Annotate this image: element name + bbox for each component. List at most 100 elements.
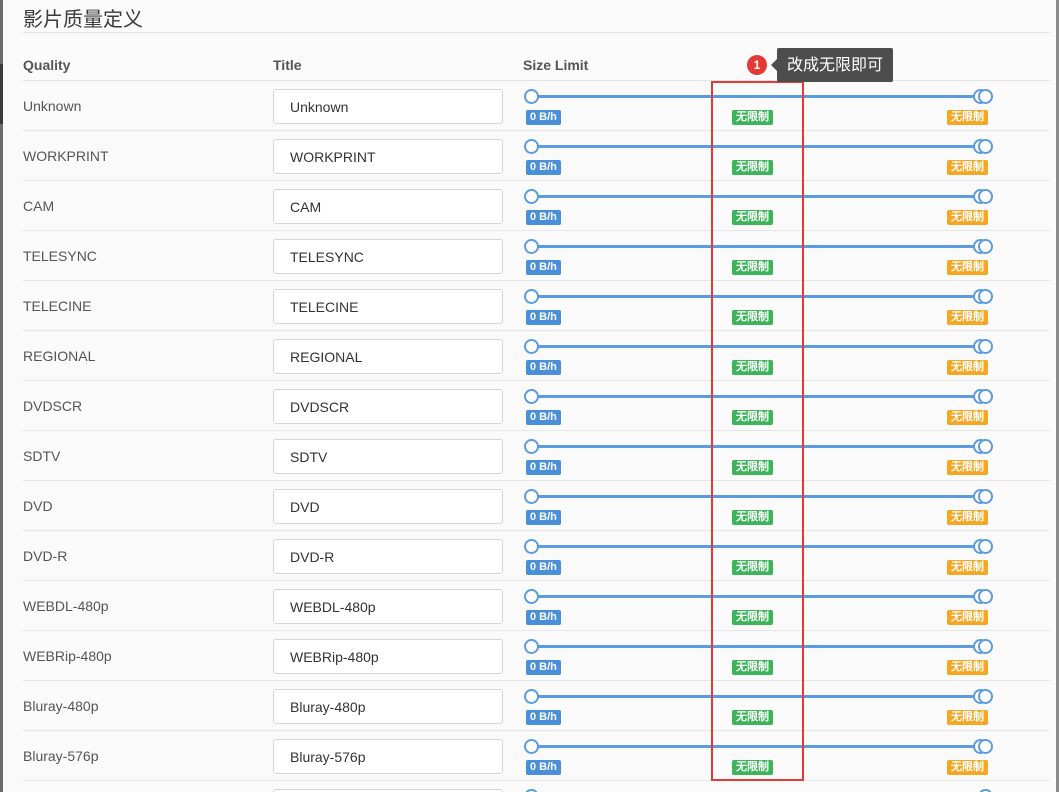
title-input[interactable]	[273, 489, 503, 524]
size-limit-slider[interactable]: 0 B/h 无限制 无限制	[523, 481, 1003, 531]
slider-max-handle[interactable]	[978, 739, 993, 754]
size-limit-slider[interactable]: 0 B/h 无限制 无限制	[523, 331, 1003, 381]
size-limit-slider[interactable]: 0 B/h 无限制 无限制	[523, 81, 1003, 131]
quality-row: Bluray-480p 0 B/h 无限制 无限制	[23, 681, 1050, 731]
slider-max-handle[interactable]	[978, 689, 993, 704]
size-limit-slider[interactable]: 0 B/h 无限制 无限制	[523, 531, 1003, 581]
title-input[interactable]	[273, 389, 503, 424]
title-input[interactable]	[273, 439, 503, 474]
section-title: 影片质量定义	[23, 7, 143, 31]
slider-max-handle[interactable]	[978, 539, 993, 554]
size-limit-slider[interactable]: 0 B/h 无限制 无限制	[523, 281, 1003, 331]
slider-max-handle[interactable]	[978, 339, 993, 354]
slider-track[interactable]	[533, 395, 985, 398]
title-input[interactable]	[273, 589, 503, 624]
quality-row: DVDSCR 0 B/h 无限制 无限制	[23, 381, 1050, 431]
slider-max-handle[interactable]	[978, 389, 993, 404]
quality-name: TELECINE	[23, 298, 92, 314]
slider-max-handle[interactable]	[978, 639, 993, 654]
quality-name: WEBDL-480p	[23, 598, 109, 614]
quality-name: TELESYNC	[23, 248, 97, 264]
slider-min-handle[interactable]	[524, 739, 539, 754]
slider-min-handle[interactable]	[524, 189, 539, 204]
slider-min-handle[interactable]	[524, 639, 539, 654]
max-size-badge: 无限制	[947, 760, 988, 775]
min-size-badge: 0 B/h	[526, 710, 561, 725]
quality-definitions-panel: 影片质量定义 Quality Title Size Limit Unknown 0…	[3, 0, 1056, 792]
slider-track[interactable]	[533, 295, 985, 298]
slider-min-handle[interactable]	[524, 489, 539, 504]
slider-min-handle[interactable]	[524, 89, 539, 104]
size-limit-slider[interactable]: 0 B/h 无限制 无限制	[523, 581, 1003, 631]
quality-row: SDTV 0 B/h 无限制 无限制	[23, 431, 1050, 481]
slider-max-handle[interactable]	[978, 439, 993, 454]
preferred-size-badge: 无限制	[732, 310, 773, 325]
size-limit-slider[interactable]: 0 B/h 无限制 无限制	[523, 231, 1003, 281]
slider-min-handle[interactable]	[524, 539, 539, 554]
preferred-size-badge: 无限制	[732, 210, 773, 225]
max-size-badge: 无限制	[947, 510, 988, 525]
title-input[interactable]	[273, 689, 503, 724]
preferred-size-badge: 无限制	[732, 610, 773, 625]
slider-max-handle[interactable]	[978, 289, 993, 304]
slider-min-handle[interactable]	[524, 439, 539, 454]
slider-track[interactable]	[533, 495, 985, 498]
title-input[interactable]	[273, 539, 503, 574]
max-size-badge: 无限制	[947, 260, 988, 275]
title-input[interactable]	[273, 639, 503, 674]
size-limit-slider[interactable]: 0 B/h 无限制 无限制	[523, 381, 1003, 431]
slider-min-handle[interactable]	[524, 139, 539, 154]
min-size-badge: 0 B/h	[526, 160, 561, 175]
slider-max-handle[interactable]	[978, 239, 993, 254]
slider-max-handle[interactable]	[978, 589, 993, 604]
title-input[interactable]	[273, 239, 503, 274]
max-size-badge: 无限制	[947, 610, 988, 625]
max-size-badge: 无限制	[947, 360, 988, 375]
slider-track[interactable]	[533, 445, 985, 448]
slider-track[interactable]	[533, 545, 985, 548]
slider-min-handle[interactable]	[524, 589, 539, 604]
slider-min-handle[interactable]	[524, 339, 539, 354]
size-limit-slider[interactable]: 0 B/h 无限制 无限制	[523, 181, 1003, 231]
preferred-size-badge: 无限制	[732, 110, 773, 125]
title-input[interactable]	[273, 739, 503, 774]
size-limit-slider[interactable]: 0 B/h 无限制 无限制	[523, 731, 1003, 781]
slider-track[interactable]	[533, 195, 985, 198]
slider-track[interactable]	[533, 745, 985, 748]
preferred-size-badge: 无限制	[732, 660, 773, 675]
slider-min-handle[interactable]	[524, 239, 539, 254]
size-limit-slider[interactable]: 0 B/h 无限制 无限制	[523, 681, 1003, 731]
slider-min-handle[interactable]	[524, 389, 539, 404]
slider-track[interactable]	[533, 345, 985, 348]
preferred-size-badge: 无限制	[732, 710, 773, 725]
size-limit-slider[interactable]: 0 B/h 无限制 无限制	[523, 431, 1003, 481]
slider-min-handle[interactable]	[524, 689, 539, 704]
slider-track[interactable]	[533, 245, 985, 248]
title-input[interactable]	[273, 289, 503, 324]
preferred-size-badge: 无限制	[732, 760, 773, 775]
title-input[interactable]	[273, 89, 503, 124]
title-input[interactable]	[273, 189, 503, 224]
slider-track[interactable]	[533, 595, 985, 598]
slider-max-handle[interactable]	[978, 89, 993, 104]
quality-name: REGIONAL	[23, 348, 96, 364]
quality-name: WORKPRINT	[23, 148, 109, 164]
min-size-badge: 0 B/h	[526, 310, 561, 325]
slider-track[interactable]	[533, 145, 985, 148]
max-size-badge: 无限制	[947, 160, 988, 175]
size-limit-slider[interactable]	[523, 781, 1003, 792]
divider	[23, 32, 1050, 33]
min-size-badge: 0 B/h	[526, 760, 561, 775]
title-input[interactable]	[273, 339, 503, 374]
slider-track[interactable]	[533, 695, 985, 698]
slider-track[interactable]	[533, 645, 985, 648]
slider-min-handle[interactable]	[524, 289, 539, 304]
slider-max-handle[interactable]	[978, 189, 993, 204]
size-limit-slider[interactable]: 0 B/h 无限制 无限制	[523, 131, 1003, 181]
slider-track[interactable]	[533, 95, 985, 98]
min-size-badge: 0 B/h	[526, 410, 561, 425]
slider-max-handle[interactable]	[978, 139, 993, 154]
slider-max-handle[interactable]	[978, 489, 993, 504]
size-limit-slider[interactable]: 0 B/h 无限制 无限制	[523, 631, 1003, 681]
title-input[interactable]	[273, 139, 503, 174]
